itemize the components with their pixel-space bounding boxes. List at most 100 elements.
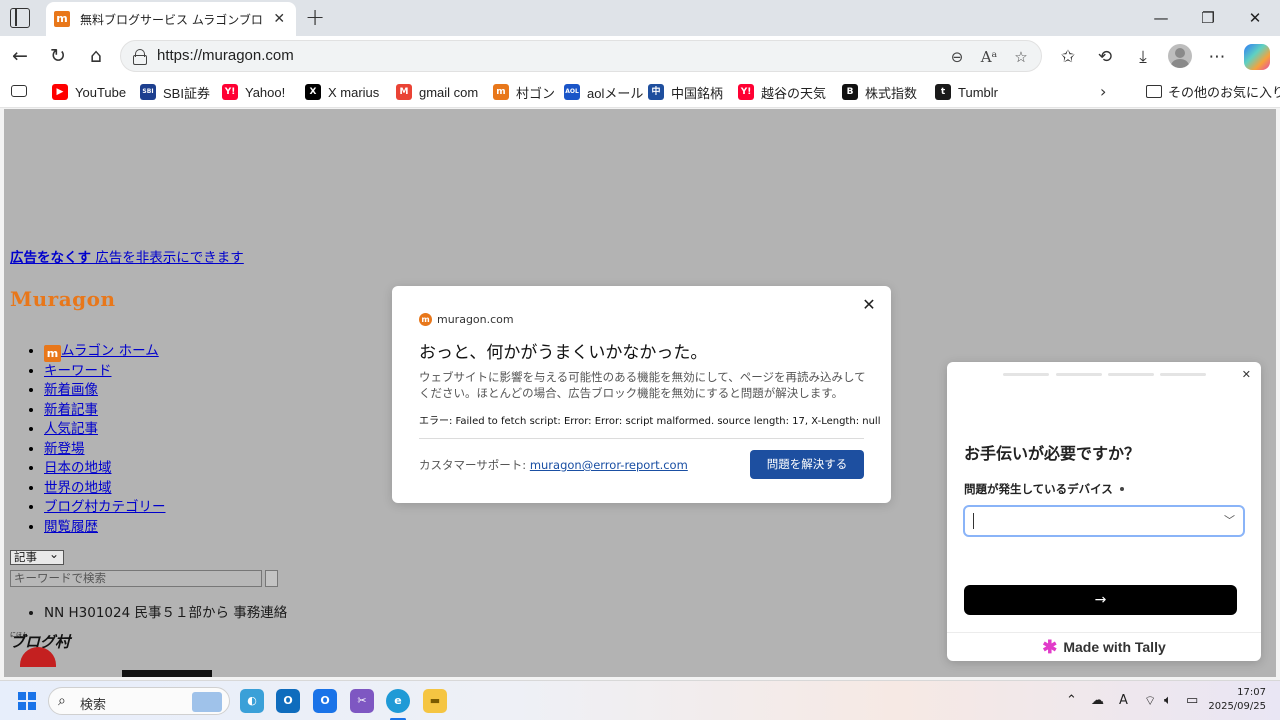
restore-icon[interactable]: ❐ (1185, 0, 1231, 36)
dialog-close-icon[interactable]: ✕ (861, 295, 877, 314)
bookmark-item[interactable]: 中中国銘柄 (648, 82, 723, 102)
nav-link[interactable]: 新登場 (44, 441, 85, 457)
nav-item: 新着記事 (44, 398, 166, 418)
refresh-icon[interactable]: ↻ (44, 42, 72, 70)
tally-star-icon: ✱ (1042, 636, 1058, 657)
remove-ads-link[interactable]: 広告をなくす 広告を非表示にできます (10, 246, 244, 266)
bookmark-label: 中国銘柄 (671, 85, 724, 101)
favorites-icon[interactable]: ✩ (1055, 44, 1081, 70)
outlook-classic-icon[interactable]: O (276, 689, 300, 713)
nav-link[interactable]: ブログ村カテゴリー (44, 499, 166, 515)
window-close-icon[interactable]: ✕ (1232, 0, 1278, 36)
news-list: NN H301024 民事５１部から 事務連絡 (24, 601, 287, 621)
device-select[interactable]: ﹀ (963, 505, 1245, 537)
tally-question: お手伝いが必要ですか？ (964, 444, 1141, 463)
wifi-icon[interactable]: ⌔ (1144, 693, 1156, 709)
favorite-star-icon[interactable]: ☆ (1009, 45, 1033, 69)
nav-link[interactable]: 世界の地域 (44, 480, 112, 496)
onedrive-icon[interactable]: ☁ (1091, 693, 1104, 708)
nav-item: 新登場 (44, 437, 166, 457)
volume-icon[interactable]: 🔈︎ (1164, 693, 1172, 708)
nav-link[interactable]: キーワード (44, 363, 112, 379)
tab-muragon[interactable]: m 無料ブログサービス ムラゴンブログ（mu ✕ (46, 2, 296, 36)
nav-item: ブログ村カテゴリー (44, 495, 166, 515)
home-icon[interactable]: ⌂ (82, 42, 110, 70)
bookmark-label: SBI証券 (163, 85, 210, 101)
other-favorites-folder[interactable]: その他のお気に入り (1146, 82, 1280, 101)
downloads-icon[interactable]: ⤓ (1130, 44, 1156, 70)
news-item[interactable]: NN H301024 民事５１部から 事務連絡 (44, 601, 287, 621)
yahoo-weather-icon: Y! (738, 84, 754, 100)
nav-link[interactable]: 閲覧履歴 (44, 519, 98, 535)
navigation-bar: ← ↻ ⌂ https://muragon.com ⊖ Aᵃ ☆ ✩ ⟲ ⤓ ⋯ (0, 36, 1280, 76)
tab-actions-icon[interactable] (10, 8, 30, 28)
resolve-problem-button[interactable]: 問題を解決する (750, 450, 864, 479)
show-hidden-icons[interactable]: ⌃ (1066, 693, 1077, 708)
nav-link[interactable]: ムラゴン ホーム (61, 343, 159, 359)
address-bar[interactable]: https://muragon.com ⊖ Aᵃ ☆ (120, 40, 1042, 72)
nav-link[interactable]: 新着記事 (44, 402, 98, 418)
tally-progress-step (1003, 373, 1049, 376)
tally-close-icon[interactable]: ✕ (1242, 368, 1251, 381)
search-submit-button[interactable] (265, 570, 278, 587)
outlook-new-icon[interactable]: O (313, 689, 337, 713)
bookmark-item[interactable]: B 株式指数 (842, 82, 917, 102)
bookmark-item[interactable]: ▶ YouTube (52, 82, 126, 102)
more-menu-icon[interactable]: ⋯ (1204, 44, 1230, 70)
widgets-app-icon[interactable]: ◐ (240, 689, 264, 713)
bookmark-item[interactable]: Mgmail com (396, 82, 478, 102)
back-icon[interactable]: ← (6, 42, 34, 70)
copilot-icon[interactable] (1244, 44, 1270, 70)
customer-support: カスタマーサポート: muragon@error-report.com (419, 457, 688, 473)
nav-link[interactable]: 日本の地域 (44, 460, 112, 476)
profile-avatar[interactable] (1168, 44, 1192, 68)
made-with-tally-link[interactable]: ✱ Made with Tally (947, 632, 1261, 661)
muragon-logo[interactable]: Muragon (10, 287, 116, 311)
bookmarks-overflow-icon[interactable]: › (1100, 82, 1106, 101)
history-icon[interactable]: ⟲ (1092, 44, 1118, 70)
ime-indicator[interactable]: A (1119, 693, 1128, 708)
new-tab-icon[interactable]: + (304, 4, 326, 30)
tally-next-button[interactable]: → (964, 585, 1237, 615)
taskbar-search[interactable]: ⌕ 検索 (48, 687, 230, 715)
zoom-icon[interactable]: ⊖ (945, 45, 969, 69)
banner-fragment (122, 670, 212, 677)
bookmark-item[interactable]: X X marius (305, 82, 379, 102)
x-icon: X (305, 84, 321, 100)
support-email-link[interactable]: muragon@error-report.com (530, 458, 688, 472)
bookmark-label: 越谷の天気 (761, 85, 827, 101)
sbi-icon: SBI (140, 84, 156, 100)
tally-progress-step (1108, 373, 1154, 376)
search-icon: ⌕ (58, 693, 66, 709)
bookmarks-toggle-icon[interactable] (11, 85, 27, 97)
nav-link[interactable]: 新着画像 (44, 382, 98, 398)
nav-item: 閲覧履歴 (44, 515, 166, 535)
tally-progress-step (1160, 373, 1206, 376)
tab-close-icon[interactable]: ✕ (270, 11, 288, 27)
battery-icon[interactable]: ▭ (1186, 693, 1198, 708)
bookmark-item[interactable]: m 村ゴン (493, 82, 555, 102)
snipping-tool-icon[interactable]: ✂ (350, 689, 374, 713)
bookmark-label: 株式指数 (865, 85, 918, 101)
read-aloud-icon[interactable]: Aᵃ (977, 45, 1001, 69)
nav-link[interactable]: 人気記事 (44, 421, 98, 437)
bookmark-item[interactable]: SBI SBI証券 (140, 82, 210, 102)
url-text[interactable]: https://muragon.com (157, 47, 294, 64)
china-stocks-icon: 中 (648, 84, 664, 100)
clock-date: 2025/09/25 (1208, 701, 1266, 712)
site-info-icon[interactable] (133, 49, 147, 65)
search-type-select[interactable]: 記事 (10, 548, 64, 565)
dialog-body: ウェブサイトに影響を与える可能性のある機能を無効にして、ページを再読み込みしてく… (419, 370, 866, 400)
bookmark-item[interactable]: AOL aolメール (564, 82, 643, 102)
bookmark-label: Tumblr (958, 84, 998, 100)
minimize-icon[interactable]: — (1138, 0, 1184, 36)
edge-browser-icon[interactable]: e (386, 689, 410, 713)
keyword-search-input[interactable]: キーワードで検索 (10, 570, 262, 587)
system-clock[interactable]: 17:07 2025/09/25 (1206, 686, 1266, 714)
file-explorer-icon[interactable]: ▬ (423, 689, 447, 713)
bookmark-item[interactable]: Y! Yahoo! (222, 82, 285, 102)
dialog-error-text: エラー: Failed to fetch script: Error: Erro… (419, 416, 881, 427)
bookmark-item[interactable]: t Tumblr (935, 82, 998, 102)
bookmark-item[interactable]: Y! 越谷の天気 (738, 82, 826, 102)
start-button-icon[interactable] (18, 692, 36, 710)
